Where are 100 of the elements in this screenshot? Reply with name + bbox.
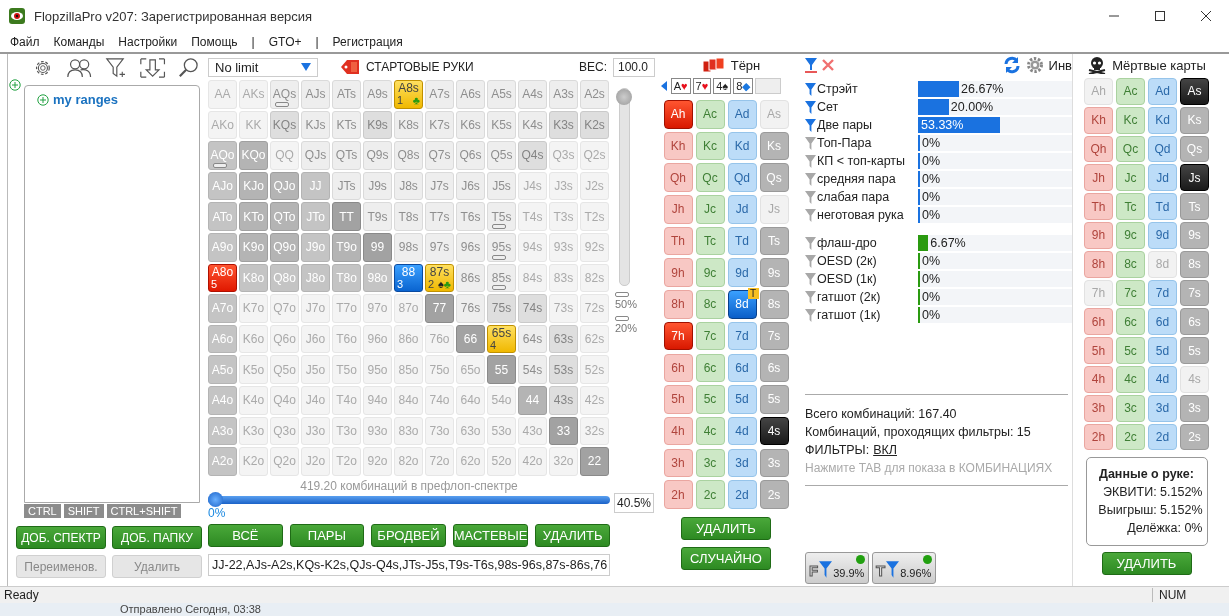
hand-cell[interactable]: 96s — [456, 232, 485, 262]
hand-cell[interactable]: T4o — [332, 385, 361, 415]
hand-cell[interactable]: A5s — [487, 80, 516, 109]
hand-cell[interactable]: A4o — [208, 385, 237, 415]
hand-cell[interactable]: K9s — [363, 110, 392, 140]
range-button[interactable]: МАСТЕВЫЕ — [452, 523, 529, 547]
card-tile[interactable]: As — [1180, 78, 1209, 105]
card-tile[interactable]: Jh — [663, 195, 693, 224]
hand-cell[interactable]: QTo — [270, 202, 299, 231]
card-tile[interactable]: 6s — [1180, 308, 1209, 336]
hand-cell[interactable]: Q7o — [270, 294, 299, 323]
card-tile[interactable]: Ks — [1180, 106, 1209, 134]
hand-cell[interactable]: K9o — [239, 232, 268, 262]
card-tile[interactable]: 2s — [759, 480, 789, 509]
card-tile[interactable]: 5c — [695, 385, 725, 414]
card-tile[interactable]: 3s — [759, 448, 789, 478]
card-tile[interactable]: 6s — [759, 353, 789, 382]
hand-cell[interactable]: J8o — [301, 263, 330, 293]
hand-cell[interactable]: 85o — [394, 355, 423, 384]
card-tile[interactable]: Jh — [1084, 164, 1113, 192]
hand-cell[interactable]: 94o — [363, 385, 392, 415]
card-tile[interactable]: Ks — [759, 131, 789, 161]
hand-cell[interactable]: AKs — [239, 80, 268, 109]
weight-preset[interactable]: 50% — [615, 298, 638, 310]
card-tile[interactable]: 9h — [1084, 222, 1113, 249]
card-tile[interactable]: 9c — [695, 258, 725, 287]
hand-cell[interactable]: KJo — [239, 171, 268, 201]
hand-cell[interactable]: Q5s — [487, 141, 516, 170]
range-button[interactable]: УДАЛИТЬ — [535, 523, 610, 547]
filter-chip[interactable]: T 8.96% — [872, 552, 936, 584]
hand-cell[interactable]: AQs — [270, 80, 299, 109]
hand-cell[interactable]: AJs — [301, 80, 330, 109]
card-tile[interactable]: Td — [727, 226, 757, 256]
hand-cell[interactable]: 76s — [456, 294, 485, 323]
hand-cell[interactable]: 44 — [518, 385, 547, 415]
card-tile[interactable]: Qd — [727, 163, 757, 192]
hand-cell[interactable]: 33 — [549, 416, 578, 446]
hand-cell[interactable]: 97s — [425, 232, 454, 262]
hand-cell[interactable]: KQo — [239, 141, 268, 170]
hand-cell[interactable]: Q5o — [270, 355, 299, 384]
panel-button[interactable]: ДОБ. ПАПКУ — [112, 526, 202, 549]
hand-cell[interactable]: 86s — [456, 263, 485, 293]
hand-cell[interactable]: 93s — [549, 232, 578, 262]
card-tile[interactable]: 8d T — [727, 290, 757, 319]
hand-cell[interactable]: 72o — [425, 447, 454, 476]
card-tile[interactable]: 7h — [663, 321, 693, 351]
hand-cell[interactable]: Q2s — [580, 141, 609, 170]
hand-cell[interactable]: A2s — [580, 80, 609, 109]
menu-item[interactable]: Файл — [10, 35, 40, 49]
card-tile[interactable]: 2d — [727, 480, 757, 509]
hand-cell[interactable]: T2o — [332, 447, 361, 476]
card-tile[interactable]: Qh — [663, 163, 693, 192]
hand-cell[interactable]: K7o — [239, 294, 268, 323]
card-tile[interactable]: 5d — [727, 385, 757, 414]
hand-cell[interactable]: K4o — [239, 385, 268, 415]
weight-field[interactable]: 100.0 — [613, 57, 655, 77]
hand-cell[interactable]: T9o — [332, 232, 361, 262]
card-tile[interactable]: 3s — [1180, 394, 1209, 422]
hand-cell[interactable]: K8s — [394, 110, 423, 140]
card-tile[interactable]: Jc — [1116, 164, 1145, 192]
card-tile[interactable]: 9h — [663, 258, 693, 287]
expand-icon[interactable] — [9, 79, 21, 91]
hand-cell[interactable]: K3s — [549, 110, 578, 140]
hand-cell[interactable]: Q8o — [270, 263, 299, 293]
hand-cell[interactable]: KK — [239, 110, 268, 140]
filter-icon[interactable] — [805, 307, 816, 323]
hand-cell[interactable]: AKo — [208, 110, 237, 140]
card-tile[interactable]: Tc — [1116, 193, 1145, 220]
card-tile[interactable]: 4c — [1116, 365, 1145, 393]
hand-cell[interactable]: 85s — [487, 263, 516, 293]
hand-cell[interactable]: 63s — [549, 324, 578, 354]
hand-cell[interactable]: 92o — [363, 447, 392, 476]
card-tile[interactable]: 4h — [663, 416, 693, 446]
card-tile[interactable]: 8s — [759, 290, 789, 319]
modifier-tab[interactable]: CTRL — [24, 504, 61, 518]
hand-cell[interactable]: Q4o — [270, 385, 299, 415]
card-tile[interactable]: 5h — [663, 385, 693, 414]
hand-cell[interactable]: 87s 2 ♠♣ — [425, 263, 454, 293]
filter-icon[interactable] — [805, 207, 816, 223]
filter-icon[interactable] — [805, 235, 816, 251]
card-tile[interactable]: 7h — [1084, 279, 1113, 307]
hand-cell[interactable]: 76o — [425, 324, 454, 354]
gear-icon[interactable] — [1025, 56, 1044, 74]
hand-cell[interactable]: TT — [332, 202, 361, 231]
hand-cell[interactable]: J4s — [518, 171, 547, 201]
hand-cell[interactable]: J5o — [301, 355, 330, 384]
hand-cell[interactable]: 86o — [394, 324, 423, 354]
range-button[interactable]: БРОДВЕЙ — [371, 523, 446, 547]
hand-cell[interactable]: 92s — [580, 232, 609, 262]
card-tile[interactable]: Ad — [1148, 78, 1177, 105]
hand-cell[interactable]: A9o — [208, 232, 237, 262]
hand-cell[interactable]: J3o — [301, 416, 330, 446]
hand-cell[interactable]: 53s — [549, 355, 578, 384]
card-tile[interactable]: Jd — [727, 195, 757, 224]
card-tile[interactable]: 8c — [695, 290, 725, 319]
hand-cell[interactable]: JTo — [301, 202, 330, 231]
hand-cell[interactable]: 82s — [580, 263, 609, 293]
refresh-icon[interactable] — [1002, 56, 1021, 74]
hand-cell[interactable]: K3o — [239, 416, 268, 446]
hand-cell[interactable]: K7s — [425, 110, 454, 140]
